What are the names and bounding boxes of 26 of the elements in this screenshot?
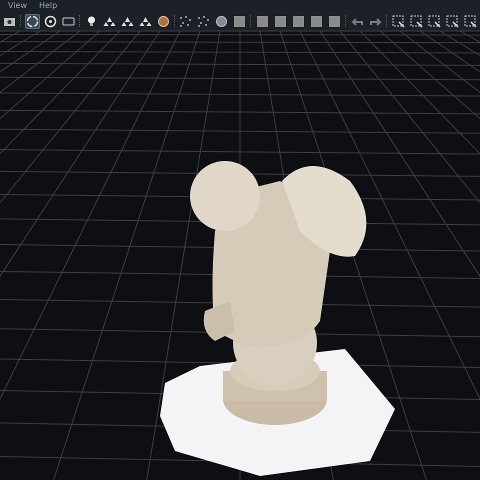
- toolbar-button[interactable]: [426, 14, 442, 28]
- selection-icon: [390, 14, 406, 28]
- square-icon: [273, 14, 288, 28]
- selection-icon: [444, 14, 460, 28]
- toolbar-button[interactable]: [444, 14, 460, 28]
- textured-sphere-icon: [156, 14, 171, 28]
- selection-icon: [408, 14, 424, 28]
- toolbar-button[interactable]: [42, 14, 58, 28]
- square-icon: [255, 14, 270, 28]
- sphere-icon: [214, 14, 230, 28]
- point-cloud-icon: [196, 14, 212, 28]
- trackball-icon: [24, 14, 40, 28]
- square-icon: [291, 14, 306, 28]
- menu-item[interactable]: Help: [38, 1, 58, 11]
- menu-item[interactable]: View: [8, 1, 27, 11]
- selection-icon: [462, 14, 478, 28]
- toolbar-button[interactable]: [462, 14, 478, 28]
- selection-icon: [426, 14, 442, 28]
- toolbar-button[interactable]: [24, 14, 40, 28]
- square-icon: [232, 14, 248, 28]
- ring-icon: [42, 14, 58, 28]
- square-icon: [309, 14, 324, 28]
- square-icon: [327, 14, 342, 28]
- point-cloud-icon: [178, 14, 194, 28]
- toolbar-button[interactable]: [408, 14, 424, 28]
- toolbar-button[interactable]: [390, 14, 406, 28]
